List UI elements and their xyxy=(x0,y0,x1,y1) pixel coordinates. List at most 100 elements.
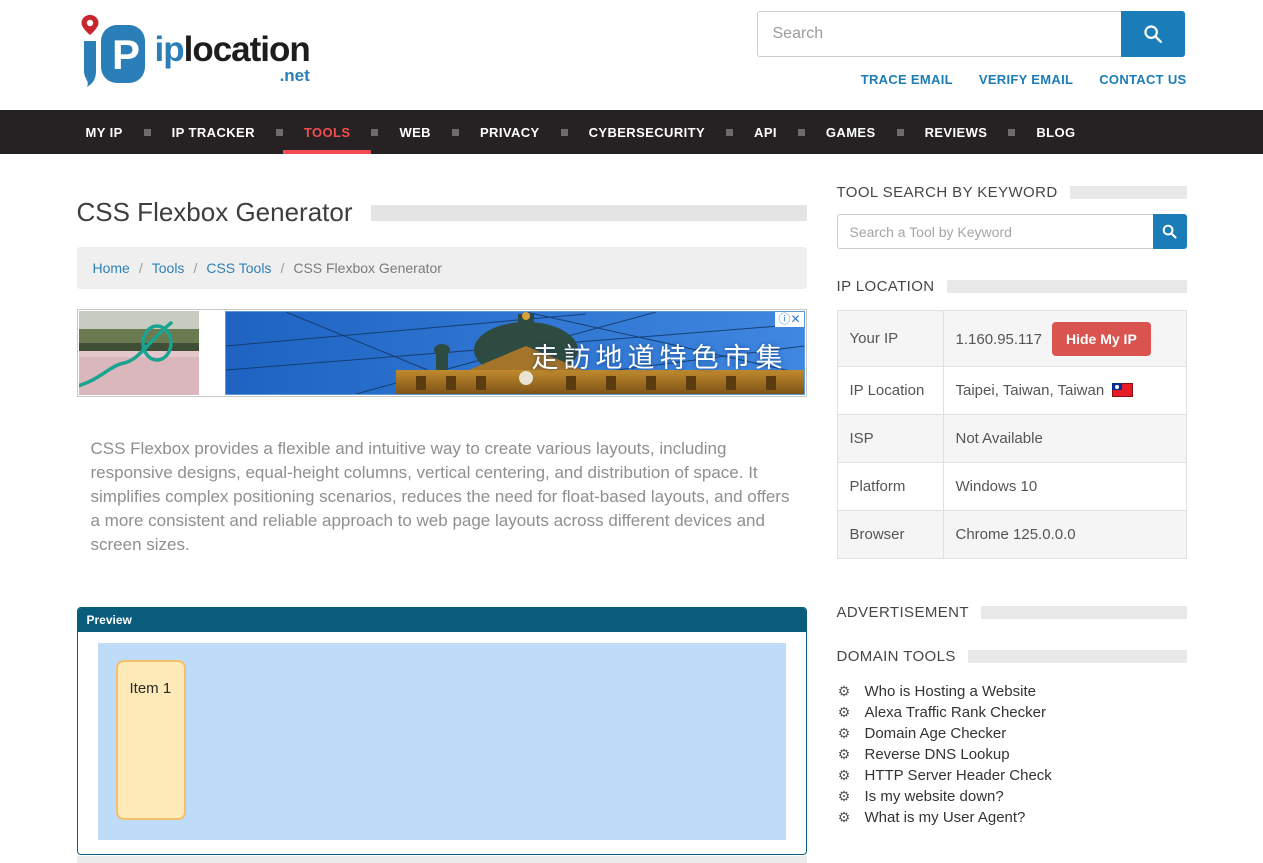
breadcrumb-home[interactable]: Home xyxy=(93,260,130,276)
row-label: Platform xyxy=(837,463,943,511)
taiwan-flag-icon xyxy=(1112,383,1133,397)
browser-value: Chrome 125.0.0.0 xyxy=(943,511,1186,559)
trace-email-link[interactable]: TRACE EMAIL xyxy=(861,72,953,87)
platform-value: Windows 10 xyxy=(943,463,1186,511)
domain-tool-link-hosting[interactable]: Who is Hosting a Website xyxy=(865,683,1036,700)
contact-us-link[interactable]: CONTACT US xyxy=(1099,72,1186,87)
main-nav: MY IP IP TRACKER TOOLS WEB PRIVACY CYBER… xyxy=(0,110,1263,154)
hide-my-ip-button[interactable]: Hide My IP xyxy=(1052,322,1151,356)
breadcrumb-separator: / xyxy=(280,260,284,276)
ip-location-value: Taipei, Taiwan, Taiwan xyxy=(956,382,1105,399)
tool-search-heading: TOOL SEARCH BY KEYWORD xyxy=(837,185,1187,200)
list-item: ⚙ HTTP Server Header Check xyxy=(837,765,1187,786)
nav-separator xyxy=(276,129,283,136)
ip-location-heading: IP LOCATION xyxy=(837,279,1187,294)
nav-item-reviews[interactable]: REVIEWS xyxy=(904,110,1009,154)
header-search-button[interactable] xyxy=(1121,11,1185,57)
nav-item-cybersecurity[interactable]: CYBERSECURITY xyxy=(568,110,726,154)
nav-item-tools[interactable]: TOOLS xyxy=(283,110,372,154)
table-row: IP Location Taipei, Taiwan, Taiwan xyxy=(837,367,1186,415)
preview-body: Item 1 xyxy=(78,632,806,854)
heading-decorative-bar xyxy=(1070,186,1187,199)
nav-item-privacy[interactable]: PRIVACY xyxy=(459,110,561,154)
ad-banner[interactable]: 走訪地道特色市集 ⓘ✕ xyxy=(77,309,807,397)
search-icon xyxy=(1142,23,1164,45)
table-row: Your IP 1.160.95.117Hide My IP xyxy=(837,311,1186,367)
gear-icon: ⚙ xyxy=(837,809,852,826)
tool-description: CSS Flexbox provides a flexible and intu… xyxy=(77,437,807,557)
nav-item-my-ip[interactable]: MY IP xyxy=(77,110,144,154)
domain-tool-link-user-agent[interactable]: What is my User Agent? xyxy=(865,809,1026,826)
advertisement-heading: ADVERTISEMENT xyxy=(837,605,1187,620)
site-header: P iplocation .net TR xyxy=(0,0,1263,110)
verify-email-link[interactable]: VERIFY EMAIL xyxy=(979,72,1073,87)
isp-value: Not Available xyxy=(943,415,1186,463)
gear-icon: ⚙ xyxy=(837,683,852,700)
list-item: ⚙ Alexa Traffic Rank Checker xyxy=(837,702,1187,723)
preview-panel-title: Preview xyxy=(78,608,806,632)
next-section-edge xyxy=(77,856,807,863)
ad-main-image[interactable]: 走訪地道特色市集 ⓘ✕ xyxy=(225,311,805,395)
nav-item-web[interactable]: WEB xyxy=(378,110,452,154)
nav-separator xyxy=(726,129,733,136)
ad-choice-icons: ⓘ✕ xyxy=(775,312,803,327)
sidebar: TOOL SEARCH BY KEYWORD IP LOCATION Your … xyxy=(837,185,1187,863)
nav-separator xyxy=(144,129,151,136)
breadcrumb: Home / Tools / CSS Tools / CSS Flexbox G… xyxy=(77,247,807,289)
nav-separator xyxy=(798,129,805,136)
ad-info-icon[interactable]: ⓘ xyxy=(778,312,790,326)
title-decorative-bar xyxy=(371,205,807,221)
ip-location-table: Your IP 1.160.95.117Hide My IP IP Locati… xyxy=(837,310,1187,559)
logo-text: iplocation .net xyxy=(155,33,310,84)
gear-icon: ⚙ xyxy=(837,725,852,742)
header-search-input[interactable] xyxy=(757,11,1121,57)
table-row: ISP Not Available xyxy=(837,415,1186,463)
heading-decorative-bar xyxy=(981,606,1187,619)
row-label: Your IP xyxy=(837,311,943,367)
heading-decorative-bar xyxy=(968,650,1187,663)
domain-tool-link-alexa-rank[interactable]: Alexa Traffic Rank Checker xyxy=(865,704,1046,721)
table-row: Platform Windows 10 xyxy=(837,463,1186,511)
list-item: ⚙ Is my website down? xyxy=(837,786,1187,807)
search-icon xyxy=(1161,223,1178,240)
ad-close-icon[interactable]: ✕ xyxy=(790,312,800,326)
list-item: ⚙ What is my User Agent? xyxy=(837,807,1187,828)
breadcrumb-separator: / xyxy=(139,260,143,276)
domain-tool-link-domain-age[interactable]: Domain Age Checker xyxy=(865,725,1007,742)
nav-item-games[interactable]: GAMES xyxy=(805,110,897,154)
gear-icon: ⚙ xyxy=(837,788,852,805)
ad-left-image[interactable] xyxy=(79,311,199,400)
breadcrumb-css-tools[interactable]: CSS Tools xyxy=(206,260,271,276)
logo-text-net: .net xyxy=(155,67,310,84)
row-value-cell: 1.160.95.117Hide My IP xyxy=(943,311,1186,367)
nav-separator xyxy=(371,129,378,136)
gear-icon: ⚙ xyxy=(837,767,852,784)
table-row: Browser Chrome 125.0.0.0 xyxy=(837,511,1186,559)
tool-search-heading-label: TOOL SEARCH BY KEYWORD xyxy=(837,185,1058,200)
svg-text:P: P xyxy=(112,31,140,78)
nav-item-ip-tracker[interactable]: IP TRACKER xyxy=(151,110,276,154)
tool-search xyxy=(837,214,1187,249)
domain-tool-link-website-down[interactable]: Is my website down? xyxy=(865,788,1004,805)
logo-text-location: location xyxy=(184,30,310,69)
breadcrumb-current: CSS Flexbox Generator xyxy=(293,260,442,276)
logo-mark-icon: P xyxy=(77,11,149,89)
nav-separator xyxy=(561,129,568,136)
flex-item-1[interactable]: Item 1 xyxy=(116,660,186,820)
header-search xyxy=(757,11,1187,57)
row-label: Browser xyxy=(837,511,943,559)
breadcrumb-tools[interactable]: Tools xyxy=(152,260,185,276)
domain-tools-heading: DOMAIN TOOLS xyxy=(837,649,1187,664)
gear-icon: ⚙ xyxy=(837,704,852,721)
advertisement-heading-label: ADVERTISEMENT xyxy=(837,605,969,620)
nav-item-api[interactable]: API xyxy=(733,110,798,154)
domain-tool-link-http-header[interactable]: HTTP Server Header Check xyxy=(865,767,1052,784)
row-label: ISP xyxy=(837,415,943,463)
nav-separator xyxy=(452,129,459,136)
nav-item-blog[interactable]: BLOG xyxy=(1015,110,1096,154)
tool-search-button[interactable] xyxy=(1153,214,1187,249)
tool-search-input[interactable] xyxy=(837,214,1153,249)
row-value-cell: Taipei, Taiwan, Taiwan xyxy=(943,367,1186,415)
logo[interactable]: P iplocation .net xyxy=(77,11,310,89)
domain-tool-link-reverse-dns[interactable]: Reverse DNS Lookup xyxy=(865,746,1010,763)
